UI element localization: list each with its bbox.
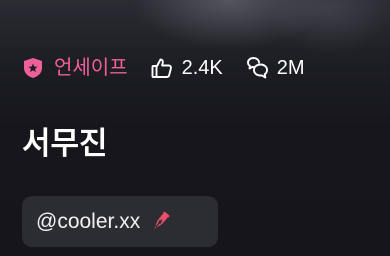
- creator-handle: @cooler.xx: [36, 209, 141, 233]
- chat-bubbles-icon: [245, 56, 269, 80]
- thumbs-up-icon: [150, 56, 174, 80]
- stats-row: 언세이프 2.4K 2M: [22, 52, 305, 84]
- pen-nib-icon: [148, 210, 172, 234]
- safety-label: 언세이프: [54, 57, 128, 79]
- creator-handle-chip[interactable]: @cooler.xx: [22, 196, 218, 247]
- chats-stat: 2M: [245, 56, 305, 80]
- likes-stat: 2.4K: [150, 56, 223, 80]
- character-name: 서무진: [22, 126, 108, 162]
- safety-badge: 언세이프: [22, 56, 128, 80]
- shield-star-icon: [22, 57, 44, 79]
- chats-count: 2M: [276, 57, 305, 79]
- likes-count: 2.4K: [181, 57, 223, 79]
